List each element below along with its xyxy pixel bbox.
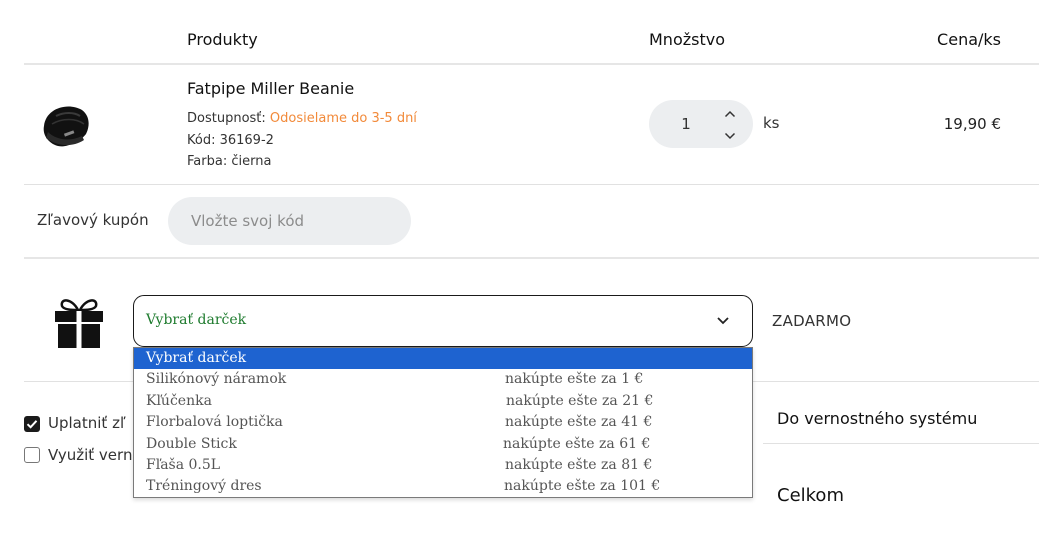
gift-option[interactable]: Silikónový náramok nakúpte ešte za 1 € <box>134 369 752 390</box>
quantity-unit: ks <box>763 114 780 132</box>
gift-option-name: Vybrať darček <box>146 350 247 366</box>
apply-discount-checkbox[interactable] <box>24 416 40 432</box>
product-code: Kód: 36169-2 <box>187 133 274 148</box>
gift-option-name: Tréningový dres <box>146 478 262 495</box>
chevron-down-icon <box>717 317 729 325</box>
beanie-product-image <box>43 106 89 147</box>
gift-select-value: Vybrať darček <box>146 312 247 328</box>
product-availability: Dostupnosť: Odosielame do 3-5 dní <box>187 111 417 126</box>
checkbox-checked-icon <box>26 420 38 429</box>
summary-divider <box>763 443 1039 444</box>
header-divider <box>24 63 1039 65</box>
gift-price-label: ZADARMO <box>772 312 852 330</box>
chevron-down-icon <box>724 132 736 140</box>
gift-option-note: nakúpte ešte za 101 € <box>504 478 661 495</box>
chevron-up-icon <box>724 110 736 118</box>
use-loyalty-checkbox[interactable] <box>24 447 40 463</box>
gift-option-name: Florbalová loptička <box>146 414 283 431</box>
product-image[interactable] <box>36 96 96 156</box>
gift-option-name: Silikónový náramok <box>146 371 287 388</box>
header-quantity: Množstvo <box>649 30 725 49</box>
gift-option[interactable]: Vybrať darček <box>134 348 752 370</box>
quantity-decrement-button[interactable] <box>719 127 741 145</box>
gift-option-note: nakúpte ešte za 61 € <box>503 435 651 452</box>
gift-select[interactable]: Vybrať darček <box>133 295 753 347</box>
gift-option-note: nakúpte ešte za 21 € <box>506 392 654 409</box>
quantity-stepper[interactable]: 1 <box>649 100 753 148</box>
product-color: Farba: čierna <box>187 154 272 169</box>
gift-icon <box>54 296 104 348</box>
gift-option-name: Double Stick <box>146 435 237 452</box>
loyalty-system-label: Do vernostného systému <box>777 409 978 428</box>
coupon-divider <box>24 257 1039 259</box>
apply-discount-label[interactable]: Uplatniť zľ <box>48 414 126 432</box>
product-divider <box>24 184 1039 185</box>
availability-value: Odosielame do 3-5 dní <box>269 111 417 126</box>
gift-option-note: nakúpte ešte za 81 € <box>505 457 653 473</box>
product-name[interactable]: Fatpipe Miller Beanie <box>187 79 354 98</box>
gift-option[interactable]: Tréningový dres nakúpte ešte za 101 € <box>134 476 752 497</box>
gift-dropdown-list[interactable]: Vybrať darček Silikónový náramok nakúpte e… <box>133 347 753 498</box>
quantity-increment-button[interactable] <box>719 105 741 123</box>
total-label: Celkom <box>777 485 844 506</box>
quantity-value[interactable]: 1 <box>649 100 723 148</box>
product-price: 19,90 € <box>943 115 1001 133</box>
header-price-per-unit: Cena/ks <box>937 30 1001 49</box>
use-loyalty-label[interactable]: Využiť vern <box>48 446 132 464</box>
gift-option-name: Kľúčenka <box>146 392 212 409</box>
gift-option[interactable]: Fľaša 0.5L nakúpte ešte za 81 € <box>134 455 752 476</box>
gift-option-note: nakúpte ešte za 1 € <box>505 371 644 388</box>
gift-option-note: nakúpte ešte za 41 € <box>505 414 653 431</box>
header-products: Produkty <box>187 30 258 49</box>
coupon-input[interactable] <box>168 197 411 245</box>
availability-label: Dostupnosť: <box>187 111 266 126</box>
gift-option[interactable]: Kľúčenka nakúpte ešte za 21 € <box>134 391 752 412</box>
coupon-label: Zľavový kupón <box>37 211 149 229</box>
gift-option[interactable]: Double Stick nakúpte ešte za 61 € <box>134 434 752 455</box>
gift-option-name: Fľaša 0.5L <box>146 457 221 473</box>
gift-option[interactable]: Florbalová loptička nakúpte ešte za 41 € <box>134 412 752 433</box>
